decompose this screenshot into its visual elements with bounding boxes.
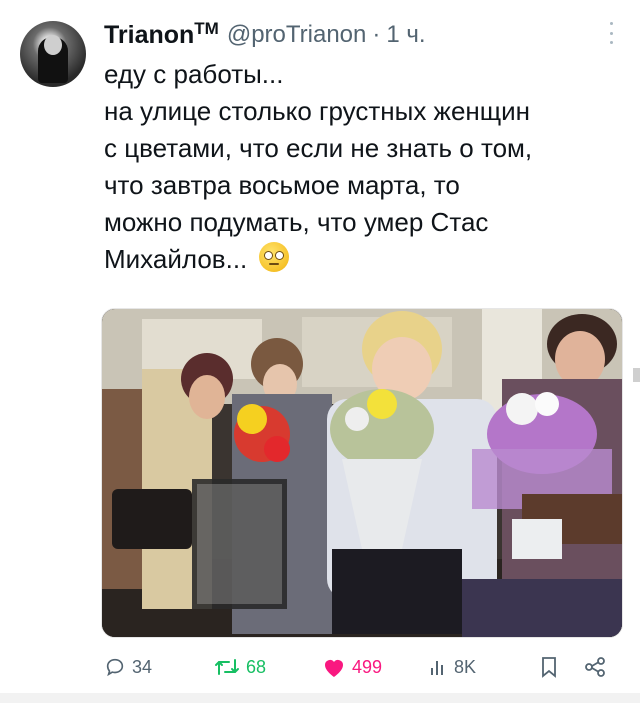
tweet-line: с цветами, что если не знать о том,	[104, 133, 533, 163]
views-icon	[431, 661, 443, 675]
tweet-line: на улице столько грустных женщин	[104, 96, 531, 126]
trademark-sign: TM	[194, 19, 219, 38]
reply-icon	[106, 658, 124, 677]
tweet-text: еду с работы... на улице столько грустны…	[104, 56, 624, 278]
tweet-header: Trianon TM @proTrianon · 1 ч.	[104, 18, 620, 52]
tweet-line: еду с работы...	[104, 59, 284, 89]
dot-separator: ·	[372, 21, 381, 48]
more-options-icon[interactable]	[608, 22, 614, 44]
feed-divider	[0, 693, 640, 703]
rolling-eyes-emoji-icon	[258, 242, 289, 272]
avatar-face	[44, 35, 62, 55]
share-icon	[585, 657, 605, 677]
heart-icon	[325, 660, 343, 677]
author-name[interactable]: Trianon	[104, 21, 194, 50]
retweet-button[interactable]: 68	[214, 652, 266, 682]
reply-count: 34	[132, 656, 153, 677]
views-button[interactable]: 8K	[428, 652, 476, 682]
tweet-line: можно подумать, что умер Стас	[104, 207, 489, 237]
share-button[interactable]	[584, 652, 606, 682]
like-count: 499	[352, 656, 383, 677]
retweet-icon	[215, 659, 239, 675]
tweet-time[interactable]: 1 ч.	[386, 21, 425, 49]
tweet-photo[interactable]	[101, 308, 623, 638]
scroll-indicator	[633, 368, 640, 382]
bookmark-button[interactable]	[540, 652, 558, 682]
tweet-line-last: Михайлов...	[104, 241, 624, 278]
avatar[interactable]	[20, 21, 86, 87]
reply-button[interactable]: 34	[104, 652, 152, 682]
photo-illustration	[102, 309, 622, 637]
tweet-actions: 34 68 499 8K	[104, 652, 614, 682]
author-handle[interactable]: @proTrianon	[227, 21, 367, 49]
bookmark-icon	[542, 657, 556, 678]
retweet-count: 68	[246, 656, 267, 677]
tweet-line: Михайлов...	[104, 244, 248, 274]
tweet-line: что завтра восьмое марта, то	[104, 170, 460, 200]
like-button[interactable]: 499	[322, 652, 382, 682]
views-count: 8K	[454, 656, 477, 677]
